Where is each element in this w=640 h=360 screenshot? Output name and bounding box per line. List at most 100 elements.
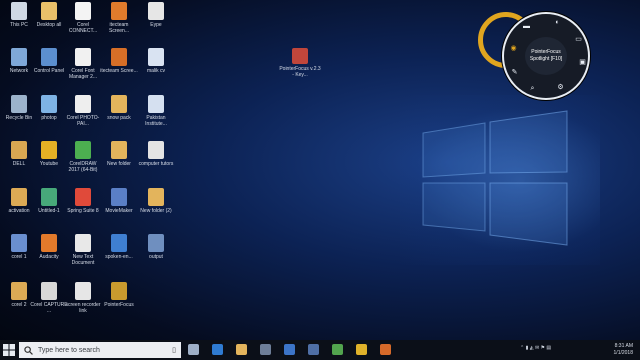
desktop-icon-label: Untitled-1 <box>38 208 60 214</box>
image-icon <box>41 95 57 113</box>
keystroke-icon[interactable]: ▭ <box>574 35 583 44</box>
search-icon <box>24 345 33 355</box>
folder-icon <box>11 188 27 206</box>
desktop-icon[interactable]: Spring Suite 8 <box>64 188 102 214</box>
word-doc-icon <box>11 234 27 252</box>
desktop-icon[interactable]: PointerFocus <box>100 282 138 308</box>
media-icon[interactable] <box>380 344 391 355</box>
desktop-icon[interactable]: Corel PHOTO-PAI... <box>64 95 102 127</box>
desktop-icon-label: Spring Suite 8 <box>67 208 99 214</box>
windows-logo-wallpaper <box>422 110 568 246</box>
folder-icon <box>41 2 57 20</box>
radial-center-label: PointerFocus Spotlight [F10] <box>525 37 567 75</box>
word-doc-icon <box>148 95 164 113</box>
desktop-icon[interactable]: CorelDRAW 2017 (64-Bit) <box>64 141 102 173</box>
edge-icon[interactable] <box>212 344 223 355</box>
desktop-icon[interactable]: screen recorder link <box>64 282 102 314</box>
desktop-icon[interactable]: Corel CONNECT... <box>64 2 102 34</box>
taskbar-search-box[interactable]: Type here to search ▯ <box>19 342 181 358</box>
cursor-icon[interactable]: ◉ <box>509 44 518 53</box>
desktop-icon[interactable]: Youtube <box>30 141 68 167</box>
desktop-icon-label: PointerFocus <box>104 302 134 308</box>
audacity-icon <box>41 234 57 252</box>
folder-icon <box>148 188 164 206</box>
pen-icon[interactable]: ✎ <box>510 68 519 77</box>
desktop-icon-label: Control Panel <box>33 68 65 74</box>
store-icon[interactable] <box>260 344 271 355</box>
system-tray-icons[interactable]: ⌃ ▮ ◭ ✉ ⚑ ▤ <box>520 345 551 351</box>
desktop-icon[interactable]: output <box>137 234 175 260</box>
desktop-icon-label: New folder <box>107 161 131 167</box>
moviemaker-icon <box>111 188 127 206</box>
desktop-icon-label: New Text Document <box>71 254 95 266</box>
taskbar: Type here to search ▯ ⌃ ▮ ◭ ✉ ⚑ ▤ 8:31 A… <box>0 340 640 360</box>
corel-capture-icon <box>41 282 57 300</box>
task-view-icon[interactable] <box>188 344 199 355</box>
search-icon[interactable]: ⌕ <box>528 84 537 93</box>
desktop-icon[interactable]: computer tutors <box>137 141 175 167</box>
kingsoft-icon <box>75 188 91 206</box>
settings-icon[interactable]: ⚙ <box>556 83 565 92</box>
folder-icon <box>111 95 127 113</box>
folder-icon <box>11 141 27 159</box>
spotlight-icon[interactable]: ◐ <box>553 18 562 27</box>
coreldraw-icon[interactable] <box>332 344 343 355</box>
desktop-icon-label: Desktop all <box>36 22 62 28</box>
desktop-icon[interactable]: Untitled-1 <box>30 188 68 214</box>
desktop-icon-label: malik cv <box>146 68 166 74</box>
word-doc-icon <box>148 48 164 66</box>
mail-icon[interactable] <box>284 344 295 355</box>
photos-icon[interactable] <box>308 344 319 355</box>
document-icon <box>148 141 164 159</box>
desktop-icon-label: computer tutors <box>138 161 174 167</box>
desktop-icon-label: CorelDRAW 2017 (64-Bit) <box>68 161 98 173</box>
desktop-icon[interactable]: MovieMaker <box>100 188 138 214</box>
pointerfocus-radial-menu[interactable]: ▬ ◐ ▭ ▣ ⚙ ⌕ ✎ ◉ PointerFocus Spotlight [… <box>502 12 590 100</box>
desktop-icon[interactable]: New Text Document <box>64 234 102 266</box>
desktop-icon-label: snow pack <box>107 115 131 121</box>
desktop-icon-label: Eype <box>150 22 162 28</box>
chrome-icon[interactable] <box>356 344 367 355</box>
desktop-icon[interactable]: photop <box>30 95 68 121</box>
desktop-icon[interactable]: Corel Font Manager 2... <box>64 48 102 80</box>
desktop-icon-label: Corel CONNECT... <box>68 22 98 34</box>
desktop-icon[interactable]: itecteam Screen... <box>100 2 138 34</box>
desktop-icon[interactable]: spoken-en... <box>100 234 138 260</box>
desktop-icon[interactable]: Pakistan Institute... <box>137 95 175 127</box>
font-manager-icon <box>75 48 91 66</box>
archive-icon <box>292 48 308 64</box>
desktop-icon[interactable]: New folder (2) <box>137 188 175 214</box>
file-explorer-icon[interactable] <box>236 344 247 355</box>
chrome-icon <box>41 141 57 159</box>
screen-recorder-icon <box>111 48 127 66</box>
clock-date: 1/1/2018 <box>613 350 633 356</box>
control-panel-icon <box>41 48 57 66</box>
corel-connect-icon <box>75 2 91 20</box>
edge-file-icon <box>111 234 127 252</box>
desktop-icon[interactable]: Audacity <box>30 234 68 260</box>
folder-icon[interactable]: ▬ <box>522 22 531 31</box>
desktop-icon-label: Corel PHOTO-PAI... <box>66 115 100 127</box>
text-document-icon <box>75 234 91 252</box>
desktop-icon[interactable]: itecteam Scree... <box>100 48 138 74</box>
taskbar-clock[interactable]: 8:31 AM 1/1/2018 <box>603 343 633 357</box>
desktop-icon-pointerfocus-archive[interactable]: PointerFocus v.2.3 - Key... <box>278 48 322 78</box>
windows-start-icon[interactable] <box>3 344 15 356</box>
desktop-icon[interactable]: New folder <box>100 141 138 167</box>
desktop-icon[interactable]: snow pack <box>100 95 138 121</box>
microphone-icon[interactable]: ▯ <box>172 346 176 354</box>
desktop-icon[interactable]: Desktop all <box>30 2 68 28</box>
document-icon <box>148 2 164 20</box>
text-document-icon <box>75 282 91 300</box>
desktop-icon[interactable]: Control Panel <box>30 48 68 74</box>
desktop-icon[interactable]: malik cv <box>137 48 175 74</box>
desktop-icon[interactable]: Corel CAPTURE ... <box>30 282 68 314</box>
desktop-icon-label: Corel CAPTURE ... <box>30 302 68 314</box>
monitor-icon[interactable]: ▣ <box>578 58 587 67</box>
desktop-icon[interactable]: Eype <box>137 2 175 28</box>
desktop-icon-label: Pakistan Institute... <box>145 115 167 127</box>
clock-time: 8:31 AM <box>614 343 633 349</box>
computer-icon <box>11 2 27 20</box>
image-icon <box>41 188 57 206</box>
desktop-icon-label: MovieMaker <box>105 208 133 214</box>
